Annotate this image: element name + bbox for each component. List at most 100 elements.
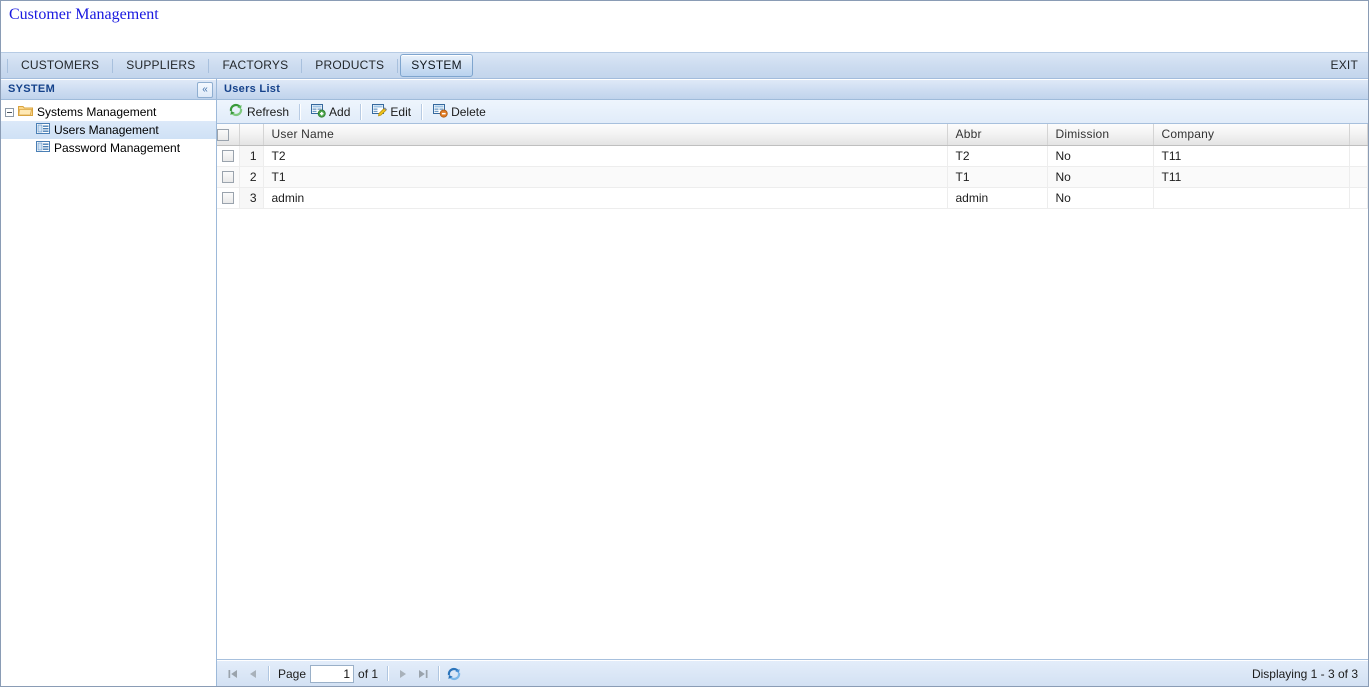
tab-customers[interactable]: CUSTOMERS — [10, 54, 110, 77]
page-title: Customer Management — [9, 6, 159, 23]
table-row[interactable]: 2 T1 T1 No T11 — [217, 166, 1368, 188]
edit-button[interactable]: Edit — [365, 102, 417, 122]
cell-spacer — [1349, 166, 1368, 188]
column-header-user-name[interactable]: User Name — [263, 124, 948, 146]
tab-separator — [301, 58, 303, 73]
tab-separator — [7, 58, 8, 73]
cell-company: T11 — [1153, 166, 1350, 188]
column-header-spacer — [1349, 124, 1368, 146]
table-edit-icon — [371, 102, 388, 121]
cell-abbr: T1 — [947, 166, 1048, 188]
row-number: 2 — [239, 166, 264, 188]
table-delete-icon — [432, 102, 448, 121]
double-chevron-left-icon[interactable]: « — [197, 82, 213, 98]
sidebar-panel: SYSTEM « Systems Management Users Manage… — [1, 79, 217, 686]
row-number-header — [239, 124, 264, 146]
tree-line — [23, 126, 32, 135]
cell-spacer — [1349, 187, 1368, 209]
page-number-input[interactable] — [310, 664, 355, 683]
refresh-green-icon — [228, 102, 244, 121]
grid-empty-area — [217, 208, 1368, 659]
row-select-cell[interactable] — [217, 145, 240, 167]
form-list-icon — [36, 122, 50, 138]
toolbar-separator — [299, 103, 301, 120]
tree-node-label: Systems Management — [37, 105, 157, 119]
tree-node-systems-management[interactable]: Systems Management — [1, 103, 216, 121]
main-panel: Users List Refresh Add Edit Delete User … — [217, 79, 1368, 686]
cell-company — [1153, 187, 1350, 209]
first-page-icon[interactable] — [224, 665, 242, 683]
table-row[interactable]: 3 admin admin No — [217, 187, 1368, 209]
tree-node-label: Users Management — [54, 123, 159, 137]
edit-button-label: Edit — [390, 104, 412, 119]
grid-toolbar: Refresh Add Edit Delete — [217, 100, 1368, 124]
main-tabbar: CUSTOMERS SUPPLIERS FACTORYS PRODUCTS SY… — [1, 53, 1368, 79]
tree-node-label: Password Management — [54, 141, 181, 155]
add-button[interactable]: Add — [304, 102, 356, 122]
cell-spacer — [1349, 145, 1368, 167]
select-all-checkbox[interactable] — [217, 128, 229, 141]
cell-dimission: No — [1047, 145, 1154, 167]
prev-page-icon[interactable] — [244, 665, 262, 683]
tab-separator — [397, 58, 399, 73]
table-add-icon — [310, 102, 326, 121]
main-panel-title: Users List — [224, 83, 281, 95]
tree-node-password-management[interactable]: Password Management — [1, 139, 216, 157]
delete-button[interactable]: Delete — [426, 102, 492, 122]
row-checkbox[interactable] — [221, 149, 234, 162]
tab-system[interactable]: SYSTEM — [400, 54, 473, 77]
tree-node-users-management[interactable]: Users Management — [1, 121, 216, 139]
tab-separator — [208, 58, 210, 73]
column-header-abbr[interactable]: Abbr — [947, 124, 1048, 146]
row-select-cell[interactable] — [217, 166, 240, 188]
refresh-blue-icon[interactable] — [445, 665, 463, 683]
pager-separator — [438, 666, 440, 681]
delete-button-label: Delete — [451, 104, 486, 119]
body-split: SYSTEM « Systems Management Users Manage… — [1, 79, 1368, 686]
toolbar-separator — [360, 103, 362, 120]
next-page-icon[interactable] — [394, 665, 412, 683]
tab-products[interactable]: PRODUCTS — [304, 54, 395, 77]
title-banner: Customer Management — [1, 1, 1368, 53]
table-row[interactable]: 1 T2 T2 No T11 — [217, 145, 1368, 167]
exit-link[interactable]: EXIT — [1331, 58, 1358, 72]
collapse-expander-icon[interactable] — [5, 107, 14, 117]
sidebar-header: SYSTEM « — [1, 79, 216, 100]
row-number: 3 — [239, 187, 264, 209]
form-list-icon — [36, 140, 50, 156]
refresh-button-label: Refresh — [247, 104, 290, 119]
add-button-label: Add — [329, 104, 351, 119]
pagination-toolbar: Page of 1 — [217, 660, 1368, 686]
users-table: User Name Abbr Dimission Company 1 T2 T2… — [217, 124, 1368, 209]
sidebar-title: SYSTEM — [8, 83, 56, 95]
row-checkbox[interactable] — [221, 170, 234, 183]
pagination-status: Displaying 1 - 3 of 3 — [1251, 666, 1358, 681]
cell-abbr: T2 — [947, 145, 1048, 167]
pager-separator — [387, 666, 389, 681]
select-all-header[interactable] — [217, 124, 240, 146]
cell-user-name: admin — [263, 187, 948, 209]
cell-dimission: No — [1047, 187, 1154, 209]
row-number: 1 — [239, 145, 264, 167]
refresh-button[interactable]: Refresh — [222, 102, 295, 122]
toolbar-separator — [421, 103, 423, 120]
row-checkbox[interactable] — [221, 191, 234, 204]
cell-user-name: T1 — [263, 166, 948, 188]
cell-company: T11 — [1153, 145, 1350, 167]
cell-user-name: T2 — [263, 145, 948, 167]
column-header-dimission[interactable]: Dimission — [1047, 124, 1154, 146]
last-page-icon[interactable] — [414, 665, 432, 683]
pager-separator — [268, 666, 269, 681]
cell-abbr: admin — [947, 187, 1048, 209]
navigation-tree: Systems Management Users Management Pass… — [1, 100, 216, 686]
folder-icon — [18, 104, 33, 120]
main-panel-header: Users List — [217, 79, 1368, 100]
table-header-row: User Name Abbr Dimission Company — [217, 124, 1368, 146]
column-header-company[interactable]: Company — [1153, 124, 1350, 146]
row-select-cell[interactable] — [217, 187, 240, 209]
tab-factorys[interactable]: FACTORYS — [211, 54, 299, 77]
tab-suppliers[interactable]: SUPPLIERS — [115, 54, 206, 77]
tree-line — [23, 144, 32, 153]
tab-separator — [112, 58, 114, 73]
page-total-label: of 1 — [358, 666, 379, 681]
